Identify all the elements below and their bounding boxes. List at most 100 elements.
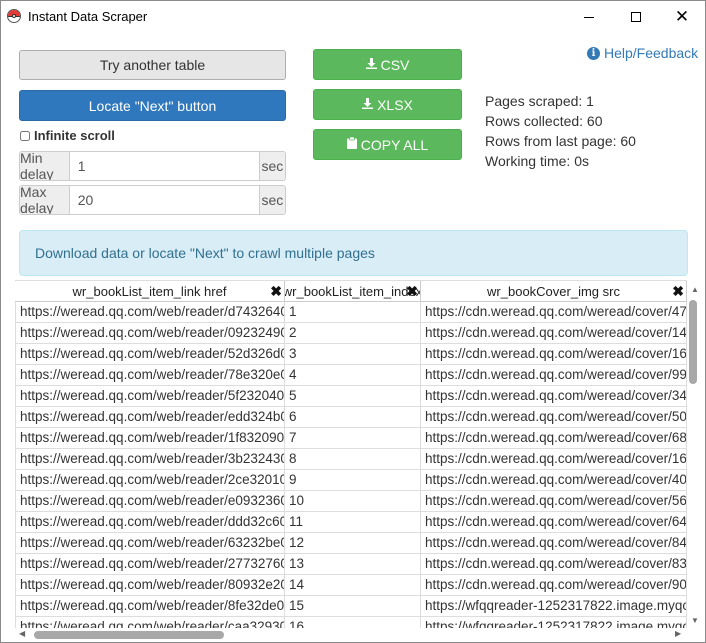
rows-collected: Rows collected: 60 bbox=[485, 113, 603, 129]
table-cell: https://weread.qq.com/web/reader/78e320e… bbox=[15, 365, 285, 386]
table-cell: https://cdn.weread.qq.com/weread/cover/9… bbox=[421, 365, 687, 386]
table-cell: 6 bbox=[285, 407, 421, 428]
try-another-table-button[interactable]: Try another table bbox=[19, 50, 286, 80]
infinite-scroll-checkbox[interactable] bbox=[20, 130, 30, 141]
table-cell: 4 bbox=[285, 365, 421, 386]
table-cell: https://cdn.weread.qq.com/weread/cover/6… bbox=[421, 512, 687, 533]
max-delay-input[interactable] bbox=[69, 186, 259, 214]
table-cell: 2 bbox=[285, 323, 421, 344]
table-cell: 13 bbox=[285, 554, 421, 575]
locate-next-label: Locate "Next" button bbox=[88, 97, 217, 114]
table-cell: 12 bbox=[285, 533, 421, 554]
vertical-scrollbar[interactable]: ▲ ▼ bbox=[687, 282, 704, 628]
scroll-left-icon[interactable]: ◀ bbox=[19, 629, 25, 638]
minimize-button[interactable] bbox=[566, 1, 612, 32]
pokeball-app-icon bbox=[7, 9, 21, 23]
table-cell: https://cdn.weread.qq.com/weread/cover/5… bbox=[421, 407, 687, 428]
maximize-button[interactable] bbox=[613, 1, 659, 32]
max-delay-unit: sec bbox=[258, 186, 285, 214]
copy-all-button[interactable]: COPY ALL bbox=[313, 129, 462, 160]
table-cell: https://cdn.weread.qq.com/weread/cover/8… bbox=[421, 533, 687, 554]
info-icon: i bbox=[587, 46, 600, 60]
table-cell: https://cdn.weread.qq.com/weread/cover/3… bbox=[421, 386, 687, 407]
scroll-right-icon[interactable]: ▶ bbox=[675, 629, 681, 638]
table-row: https://weread.qq.com/web/reader/2ce3201… bbox=[15, 470, 687, 491]
scroll-up-icon[interactable]: ▲ bbox=[691, 285, 699, 294]
column-header-label: wr_bookList_item_link href bbox=[72, 283, 227, 299]
table-cell: https://weread.qq.com/web/reader/63232be… bbox=[15, 533, 285, 554]
table-row: https://weread.qq.com/web/reader/78e320e… bbox=[15, 365, 687, 386]
column-header[interactable]: wr_bookList_item_link href ✖ bbox=[15, 281, 285, 302]
xlsx-download-button[interactable]: XLSX bbox=[313, 89, 462, 120]
min-delay-input[interactable] bbox=[69, 152, 259, 180]
table-cell: https://cdn.weread.qq.com/weread/cover/5… bbox=[421, 491, 687, 512]
table-cell: https://cdn.weread.qq.com/weread/cover/9… bbox=[421, 575, 687, 596]
data-table: wr_bookList_item_link href ✖ wr_bookList… bbox=[15, 280, 687, 628]
table-cell: 9 bbox=[285, 470, 421, 491]
table-cell: https://weread.qq.com/web/reader/ddd32c6… bbox=[15, 512, 285, 533]
column-header-label: wr_bookList_item_index bbox=[285, 283, 421, 299]
horizontal-scrollbar[interactable]: ◀ ▶ bbox=[15, 628, 687, 642]
table-cell: https://cdn.weread.qq.com/weread/cover/4… bbox=[421, 302, 687, 323]
table-row: https://weread.qq.com/web/reader/63232be… bbox=[15, 533, 687, 554]
table-cell: https://weread.qq.com/web/reader/2773276… bbox=[15, 554, 285, 575]
remove-column-icon[interactable]: ✖ bbox=[406, 283, 418, 300]
title-bar[interactable]: Instant Data Scraper ✕ bbox=[1, 1, 705, 32]
table-cell: 11 bbox=[285, 512, 421, 533]
table-cell: 15 bbox=[285, 596, 421, 617]
table-row: https://weread.qq.com/web/reader/edd324b… bbox=[15, 407, 687, 428]
table-cell: https://weread.qq.com/web/reader/0923249… bbox=[15, 323, 285, 344]
column-header[interactable]: wr_bookList_item_index ✖ bbox=[285, 281, 421, 302]
table-cell: 8 bbox=[285, 449, 421, 470]
csv-download-button[interactable]: CSV bbox=[313, 49, 462, 80]
table-row: https://weread.qq.com/web/reader/52d326d… bbox=[15, 344, 687, 365]
csv-label: CSV bbox=[380, 56, 410, 73]
download-icon bbox=[362, 97, 374, 112]
table-cell: 1 bbox=[285, 302, 421, 323]
horizontal-scroll-thumb[interactable] bbox=[34, 631, 224, 639]
table-cell: https://weread.qq.com/web/reader/e093236… bbox=[15, 491, 285, 512]
app-window: Instant Data Scraper ✕ Try another table… bbox=[0, 0, 706, 643]
infinite-scroll-label: Infinite scroll bbox=[34, 128, 115, 143]
table-cell: https://cdn.weread.qq.com/weread/cover/8… bbox=[421, 554, 687, 575]
min-delay-unit: sec bbox=[258, 152, 285, 180]
help-feedback-label: Help/Feedback bbox=[604, 45, 699, 61]
remove-column-icon[interactable]: ✖ bbox=[270, 283, 282, 300]
table-cell: https://weread.qq.com/web/reader/8fe32de… bbox=[15, 596, 285, 617]
table-row: https://weread.qq.com/web/reader/1f83209… bbox=[15, 428, 687, 449]
scroll-down-icon[interactable]: ▼ bbox=[691, 616, 699, 625]
table-cell: https://weread.qq.com/web/reader/5f23204… bbox=[15, 386, 285, 407]
info-alert-text: Download data or locate "Next" to crawl … bbox=[35, 245, 375, 261]
table-row: https://weread.qq.com/web/reader/ddd32c6… bbox=[15, 512, 687, 533]
infinite-scroll-toggle[interactable]: Infinite scroll bbox=[20, 128, 115, 143]
vertical-scroll-thumb[interactable] bbox=[689, 300, 697, 384]
table-row: https://weread.qq.com/web/reader/d743264… bbox=[15, 302, 687, 323]
table-row: https://weread.qq.com/web/reader/80932e2… bbox=[15, 575, 687, 596]
table-cell: https://weread.qq.com/web/reader/1f83209… bbox=[15, 428, 285, 449]
locate-next-button[interactable]: Locate "Next" button bbox=[19, 90, 286, 121]
table-row: https://weread.qq.com/web/reader/caa3293… bbox=[15, 617, 687, 628]
table-cell: https://cdn.weread.qq.com/weread/cover/1… bbox=[421, 449, 687, 470]
table-body: https://weread.qq.com/web/reader/d743264… bbox=[15, 302, 687, 628]
info-alert: Download data or locate "Next" to crawl … bbox=[19, 230, 688, 276]
help-feedback-link[interactable]: i Help/Feedback bbox=[587, 45, 698, 61]
maximize-icon bbox=[631, 11, 641, 22]
table-cell: 14 bbox=[285, 575, 421, 596]
table-cell: https://wfqqreader-1252317822.image.myqc… bbox=[421, 617, 687, 628]
table-cell: 5 bbox=[285, 386, 421, 407]
table-row: https://weread.qq.com/web/reader/8fe32de… bbox=[15, 596, 687, 617]
table-cell: 7 bbox=[285, 428, 421, 449]
clipboard-icon bbox=[346, 136, 357, 152]
table-cell: https://cdn.weread.qq.com/weread/cover/1… bbox=[421, 323, 687, 344]
table-cell: https://weread.qq.com/web/reader/2ce3201… bbox=[15, 470, 285, 491]
table-row: https://weread.qq.com/web/reader/0923249… bbox=[15, 323, 687, 344]
table-cell: https://weread.qq.com/web/reader/edd324b… bbox=[15, 407, 285, 428]
column-header[interactable]: wr_bookCover_img src ✖ bbox=[421, 281, 687, 302]
table-cell: https://weread.qq.com/web/reader/d743264… bbox=[15, 302, 285, 323]
close-button[interactable]: ✕ bbox=[659, 1, 705, 32]
working-time: Working time: 0s bbox=[485, 153, 589, 169]
table-cell: https://cdn.weread.qq.com/weread/cover/6… bbox=[421, 428, 687, 449]
remove-column-icon[interactable]: ✖ bbox=[672, 283, 684, 300]
table-cell: 16 bbox=[285, 617, 421, 628]
table-row: https://weread.qq.com/web/reader/3b23243… bbox=[15, 449, 687, 470]
